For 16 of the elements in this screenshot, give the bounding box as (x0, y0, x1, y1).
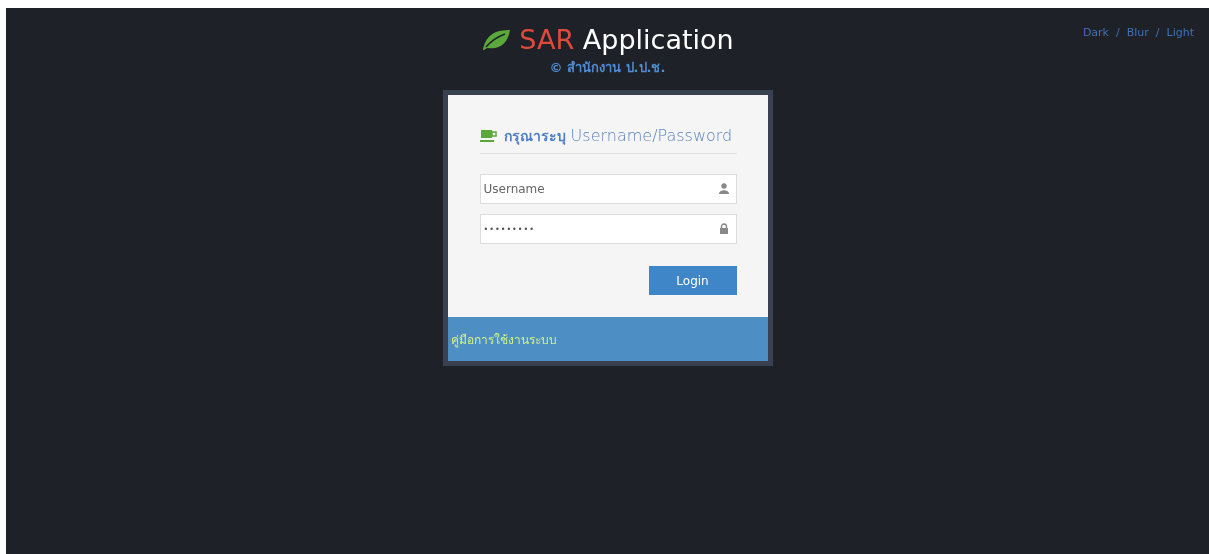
separator-text: / (1116, 26, 1120, 39)
password-field[interactable]: ••••••••• (479, 214, 737, 244)
theme-link[interactable]: Dark (1082, 26, 1109, 39)
card-heading: กรุณาระบุ Username/Password (503, 125, 733, 147)
leaf-icon (481, 28, 512, 51)
user-icon (718, 183, 729, 194)
manual-link[interactable]: คู่มือการใช้งานระบบ (450, 333, 557, 347)
theme-link[interactable]: Light (1166, 26, 1194, 39)
login-button[interactable]: Login (648, 266, 737, 295)
subtitle: © สำนักงาน ป.ป.ช. (549, 59, 666, 77)
cup-icon (479, 129, 497, 143)
username-field[interactable]: Username (479, 174, 737, 204)
lock-icon (718, 223, 729, 234)
separator-text: / (1155, 26, 1160, 39)
app-title: SAR Application (519, 24, 734, 55)
theme-link[interactable]: Blur (1126, 26, 1149, 39)
